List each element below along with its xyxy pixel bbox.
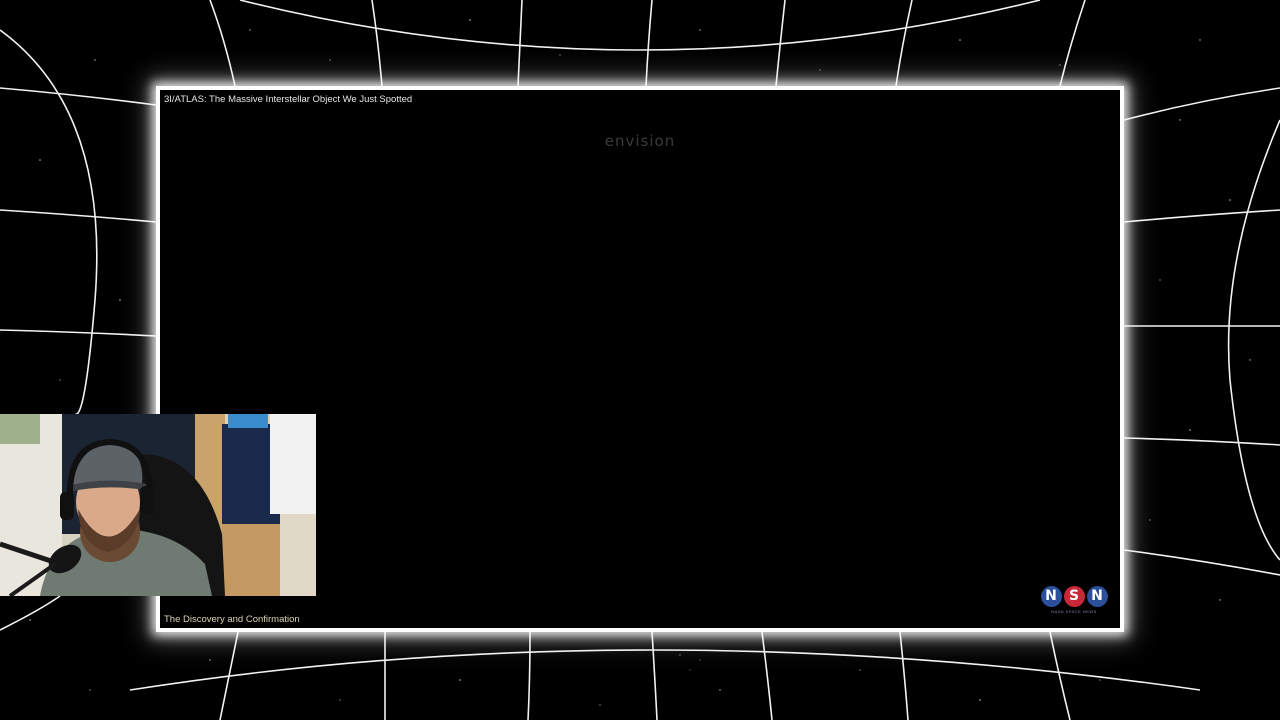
chapter-label: The Discovery and Confirmation (164, 614, 300, 625)
channel-logo-letters: N S N (1038, 586, 1110, 607)
logo-letter-n2: N (1086, 586, 1108, 607)
webcam-overlay (0, 414, 316, 596)
logo-letter-s: S (1063, 586, 1085, 607)
logo-letter-n1: N (1040, 586, 1062, 607)
video-title: 3I/ATLAS: The Massive Interstellar Objec… (164, 94, 413, 105)
brand-watermark: envision (604, 132, 676, 150)
webcam-feed-image (0, 414, 316, 596)
channel-logo-subtitle: NASA SPACE NEWS (1051, 609, 1097, 614)
channel-logo: N S N NASA SPACE NEWS (1038, 586, 1110, 620)
stream-stage: 3I/ATLAS: The Massive Interstellar Objec… (0, 0, 1280, 720)
